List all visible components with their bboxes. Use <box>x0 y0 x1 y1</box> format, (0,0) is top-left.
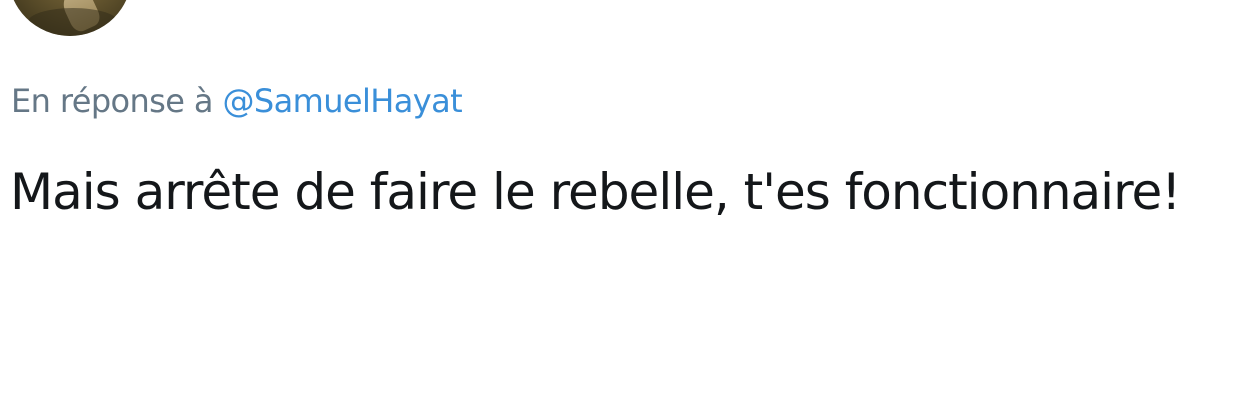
reply-prefix: En réponse à <box>11 82 214 120</box>
avatar[interactable] <box>8 0 132 36</box>
reply-handle-link[interactable]: @SamuelHayat <box>223 82 463 120</box>
tweet-text: Mais arrête de faire le rebelle, t'es fo… <box>10 163 1181 221</box>
reply-context: En réponse à @SamuelHayat <box>11 80 463 122</box>
